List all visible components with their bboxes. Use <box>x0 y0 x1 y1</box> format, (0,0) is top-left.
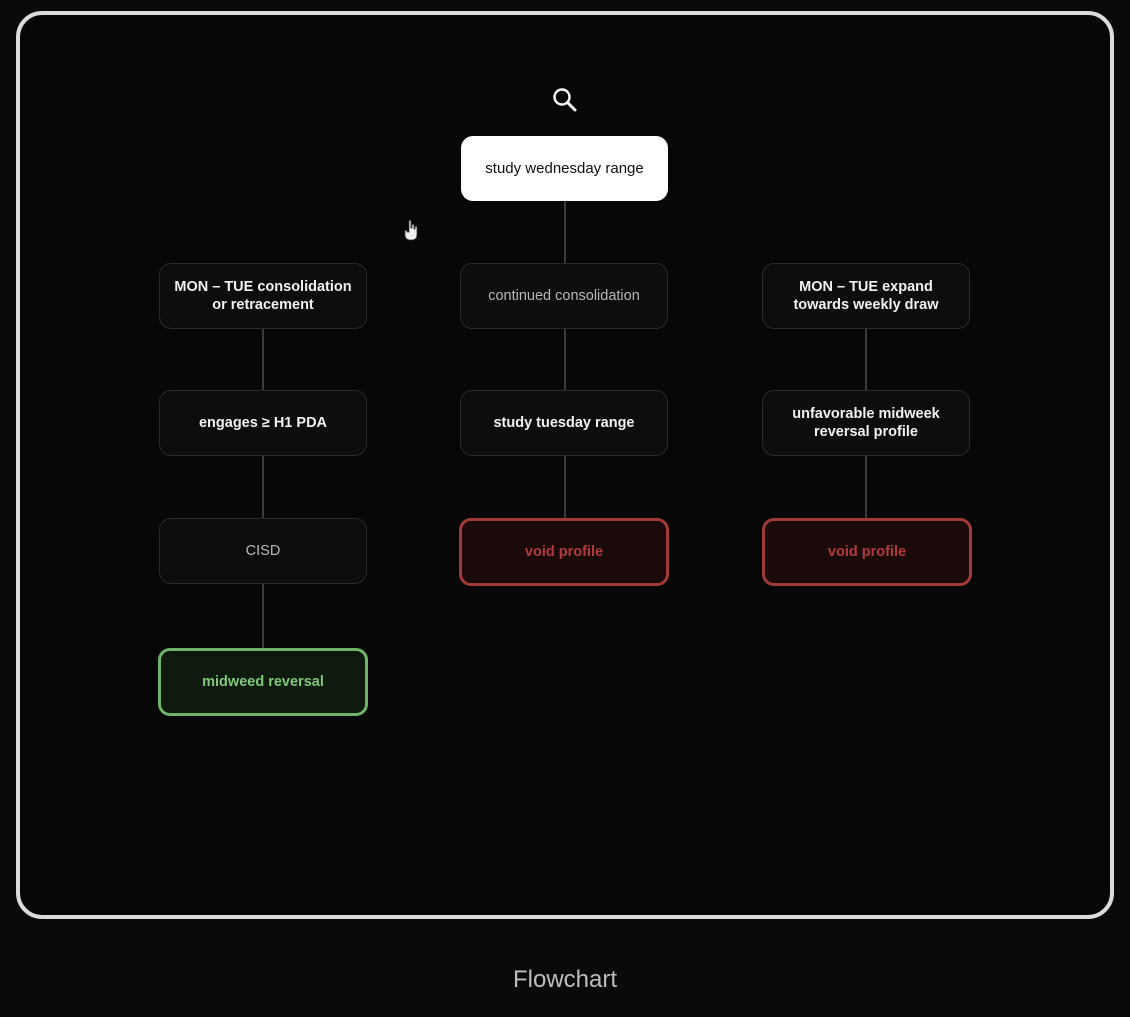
node-cisd[interactable]: CISD <box>159 518 367 584</box>
node-midweek-reversal-outcome[interactable]: midweed reversal <box>158 648 368 716</box>
node-continued-consolidation[interactable]: continued consolidation <box>460 263 668 329</box>
node-study-tuesday-range[interactable]: study tuesday range <box>460 390 668 456</box>
node-void-profile-col2[interactable]: void profile <box>459 518 669 586</box>
node-void-profile-col3[interactable]: void profile <box>762 518 972 586</box>
hand-cursor-icon <box>403 219 419 241</box>
diagram-caption: Flowchart <box>512 966 618 993</box>
node-unfavorable-midweek-reversal[interactable]: unfavorable midweek reversal profile <box>762 390 970 456</box>
root-node-study-wednesday-range[interactable]: study wednesday range <box>461 136 668 201</box>
node-mon-tue-consolidation[interactable]: MON – TUE consolidation or retracement <box>159 263 367 329</box>
flowchart-canvas: study wednesday range MON – TUE consolid… <box>0 0 1130 1017</box>
node-mon-tue-expand[interactable]: MON – TUE expand towards weekly draw <box>762 263 970 329</box>
node-engages-h1-pda[interactable]: engages ≥ H1 PDA <box>159 390 367 456</box>
search-icon[interactable] <box>551 86 579 114</box>
